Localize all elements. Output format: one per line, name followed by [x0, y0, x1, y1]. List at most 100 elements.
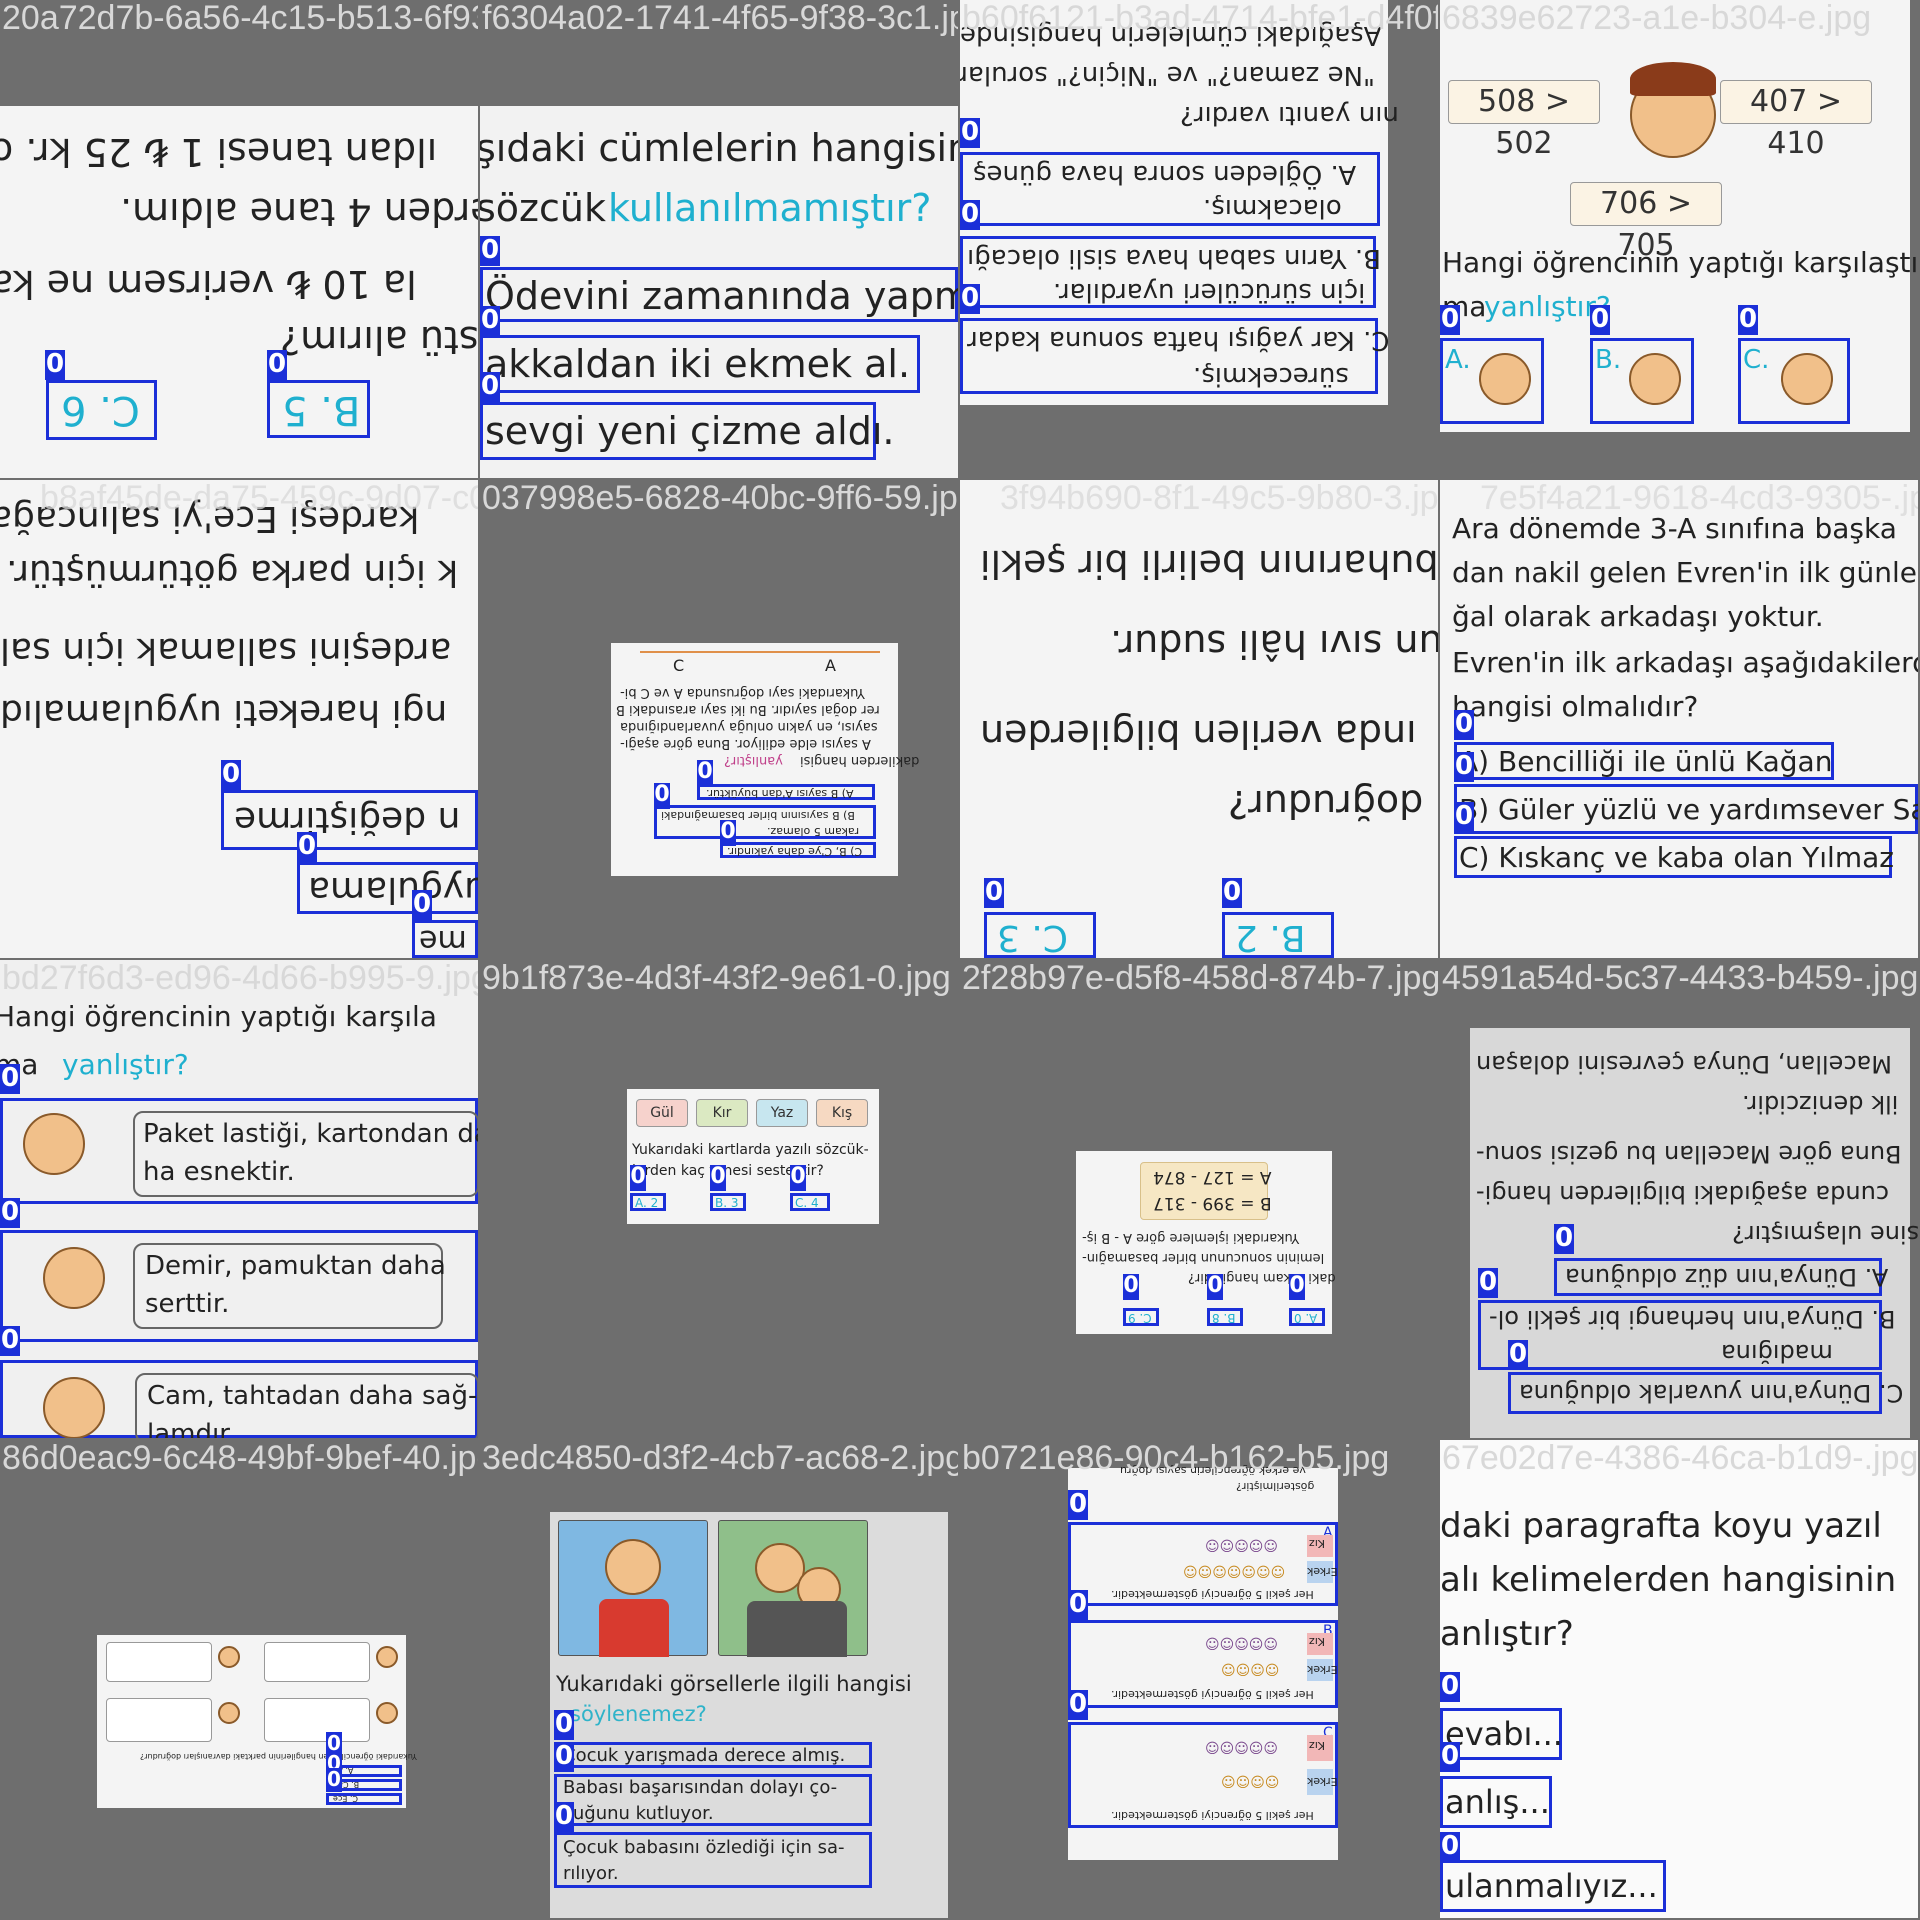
comparison-card: 508 > 502	[1448, 80, 1600, 161]
answer-option[interactable]: Ödevini zamanında yapm	[480, 267, 958, 322]
answer-option[interactable]: C. 4	[790, 1193, 830, 1211]
answer-option[interactable]: Demir, pamuktan daha serttir.	[0, 1230, 478, 1342]
answer-option[interactable]: B) Güler yüzlü ve yardımsever Sal	[1454, 784, 1918, 834]
question-line: ilk denizcidir.	[1742, 1090, 1899, 1118]
image-caption: 9b1f873e-4d3f-43f2-9e61-0.jpg	[482, 960, 951, 997]
question-line: hangisi olmalıdır?	[1452, 690, 1699, 723]
box-label: 0	[1440, 304, 1460, 335]
box-label: 0	[554, 1801, 574, 1832]
question-line: ıldan tanesi 1 ₺ 25 kr. o	[0, 130, 438, 174]
box-label: 0	[0, 1063, 20, 1094]
answer-option[interactable]: Babası başarısından dolayı ço-cuğunu kut…	[554, 1774, 872, 1826]
answer-option[interactable]: A) B sayısı A'dan büyüktür.	[697, 784, 875, 800]
answer-option[interactable]: B. 3	[710, 1193, 746, 1211]
question-line: gösterilmiştir?	[1236, 1480, 1315, 1493]
answer-option[interactable]: me	[412, 920, 478, 958]
answer-option[interactable]: A. 2	[630, 1193, 666, 1211]
image-caption: b60f6121-b3ad-4714-bfe1-d4f0f.jpg	[962, 0, 1438, 37]
answer-option[interactable]: Çocuk babasını özlediği için sa-rılıyor.	[554, 1832, 872, 1888]
answer-option[interactable]: A.	[1440, 338, 1544, 424]
chart-option[interactable]: C Kız Erkek ☺☺☺☺☺ ☺☺☺☺ Her şekil 5 öğren…	[1068, 1722, 1338, 1828]
box-label: 0	[720, 819, 736, 846]
image-grid: 20a72d7b-6a56-4c15-b513-6f939ae9217a1.jp…	[0, 0, 1920, 1920]
number-line	[640, 651, 880, 653]
question-line: şıdaki cümlelerin hangisind	[480, 126, 958, 170]
grid-tile: b60f6121-b3ad-4714-bfe1-d4f0f.jpg Aşağıd…	[960, 0, 1438, 478]
question-line: ında verilen bilgilerden	[980, 712, 1417, 756]
box-label: 0	[1554, 1223, 1574, 1254]
answer-option[interactable]: C. 9	[1123, 1308, 1159, 1326]
box-label: 0	[480, 371, 500, 402]
operation-line: A = 127 - 874	[1153, 1167, 1272, 1187]
question-line: "Ne zaman?" ve "Niçin?" soruları	[960, 60, 1376, 90]
student-bubble	[264, 1642, 370, 1682]
question-line: Yukarıdaki görsellerle ilgili hangisi	[556, 1672, 912, 1696]
box-label: 0	[1289, 1273, 1305, 1300]
answer-option[interactable]: C. 3	[984, 912, 1096, 958]
answer-option[interactable]: C. Ece	[326, 1793, 402, 1805]
question-line: Yukarıdaki kartlarda yazılı sözcük-	[632, 1142, 869, 1158]
question-line: cunda aşağıdaki bilgilerden hangi-	[1476, 1180, 1890, 1208]
answer-option[interactable]: C. Kar yağışı hafta sonuna kadar sürecekm…	[960, 318, 1390, 394]
answer-option[interactable]: anlış...	[1440, 1776, 1552, 1828]
image-caption: f6304a02-1741-4f65-9f38-3c1.jpg	[482, 0, 958, 37]
answer-option[interactable]: B) B sayısının birler basamağındaki rakam…	[654, 805, 876, 839]
box-label: 0	[1440, 1741, 1460, 1772]
box-label: 0	[630, 1164, 646, 1191]
answer-option[interactable]: C) B, C'ye daha yakındır.	[720, 842, 876, 858]
image-caption: 4591a54d-5c37-4433-b459-.jpg	[1442, 960, 1918, 997]
answer-option[interactable]: B. 8	[1207, 1308, 1243, 1326]
grid-tile: 86d0eac9-6c48-49bf-9bef-40.jpg Yukarıdak…	[0, 1440, 478, 1918]
question-line: anlıştır?	[1440, 1614, 1574, 1654]
answer-option[interactable]: A. 0	[1289, 1308, 1325, 1326]
scene-image	[558, 1520, 708, 1657]
question-line: zun sıvı hâli sudur.	[1110, 622, 1438, 666]
answer-option[interactable]: B.	[1590, 338, 1694, 424]
answer-option[interactable]: B. Dünya'nın herhangi bir şekli ol-madığ…	[1478, 1300, 1895, 1370]
question-line: ardeşini sallamak için sal	[0, 630, 452, 671]
image-caption: b0721e86-90c4-b162-b5.jpg	[962, 1440, 1390, 1477]
question-line: sözcük	[480, 186, 606, 230]
highlight-word: söylenemez?	[570, 1702, 707, 1726]
grid-tile: 3f94b690-8f1-49c5-9b80-3.jpg buharının b…	[960, 480, 1438, 958]
comparison-card: 706 > 705	[1570, 182, 1722, 263]
answer-option[interactable]: B. 5	[267, 380, 370, 438]
chart-option[interactable]: A Kız Erkek ☺☺☺☺☺ ☺☺☺☺☺☺☺ Her şekil 5 öğ…	[1068, 1522, 1338, 1606]
answer-option[interactable]: A. Dünya'nın düz olduğuna	[1554, 1258, 1888, 1296]
answer-option[interactable]: B. Yarın sabah hava sisli olacağı için sü…	[960, 236, 1381, 308]
box-label: 0	[710, 1164, 726, 1191]
answer-option[interactable]: A) Bencilliği ile ünlü Kağan	[1454, 742, 1834, 780]
answer-option[interactable]: B. 2	[1222, 912, 1334, 958]
chart-option[interactable]: B Kız Erkek ☺☺☺☺☺ ☺☺☺☺ Her şekil 5 öğren…	[1068, 1620, 1338, 1708]
box-label: 0	[790, 1164, 806, 1191]
box-label: 0	[554, 1709, 574, 1740]
grid-tile: 4591a54d-5c37-4433-b459-.jpg Macellan, D…	[1440, 960, 1918, 1438]
grid-tile: 67e02d7e-4386-46ca-b1d9-.jpg daki paragr…	[1440, 1440, 1918, 1918]
answer-option[interactable]: ulanmalıyız...	[1440, 1860, 1666, 1912]
comparison-card: 407 > 410	[1720, 80, 1872, 161]
question-line: doğrudur?	[1228, 782, 1424, 826]
box-label: 0	[960, 199, 980, 230]
box-label: 0	[654, 782, 670, 809]
answer-option[interactable]: A. Öğleden sonra hava güneş olacakmış.	[960, 152, 1380, 226]
answer-option[interactable]: C) Kıskanç ve kaba olan Yılmaz	[1454, 836, 1894, 878]
answer-option[interactable]: Çocuk yarışmada derece almış.	[554, 1742, 872, 1768]
answer-option[interactable]: Paket lastiği, kartondan da ha esnektir.	[0, 1098, 478, 1204]
answer-option[interactable]: Cam, tahtadan daha sağ- lamdır.	[0, 1360, 478, 1438]
question-line: Yukarıdaki sayı doğrusunda A ve C bi-	[620, 685, 865, 700]
hair-shape	[1630, 62, 1716, 96]
answer-option[interactable]: C.	[1738, 338, 1850, 424]
question-line: dakilerden hangisi	[800, 753, 920, 768]
student-bubble	[106, 1642, 212, 1682]
question-line: rer doğal sayıdır. Bu iki sayı arasındak…	[616, 702, 880, 717]
grid-tile: 20a72d7b-6a56-4c15-b513-6f939ae9217a1.jp…	[0, 0, 478, 478]
box-label: 0	[1207, 1273, 1223, 1300]
answer-option[interactable]: uygulama	[297, 862, 478, 914]
answer-option[interactable]: C. Dünya'nın yuvarlak olduğuna	[1508, 1372, 1903, 1414]
box-label: 0	[984, 877, 1004, 908]
answer-option[interactable]: akkaldan iki ekmek al.	[480, 335, 920, 393]
answer-option[interactable]: C. 6	[46, 380, 157, 440]
box-label: 0	[1454, 709, 1474, 740]
answer-option[interactable]: n değiştirme	[221, 790, 478, 850]
answer-option[interactable]: sevgi yeni çizme aldı.	[480, 402, 894, 460]
